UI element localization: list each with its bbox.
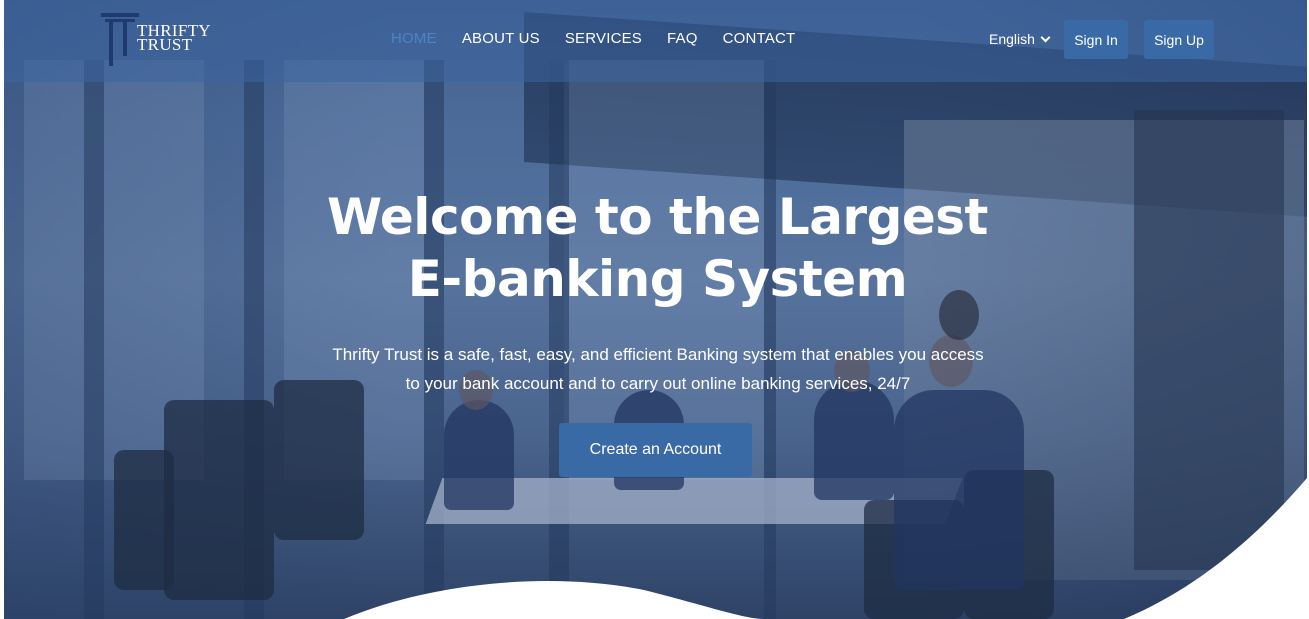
brand-name-line2: TRUST bbox=[137, 35, 193, 54]
language-selector[interactable]: English bbox=[989, 31, 1051, 47]
sign-up-button[interactable]: Sign Up bbox=[1144, 20, 1214, 59]
nav-link-faq[interactable]: FAQ bbox=[667, 30, 698, 47]
nav-links: HOME ABOUT US SERVICES FAQ CONTACT bbox=[391, 30, 795, 47]
navbar: THRIFTY TRUST HOME ABOUT US SERVICES FAQ… bbox=[4, 0, 1307, 82]
nav-link-services[interactable]: SERVICES bbox=[565, 30, 642, 47]
sign-in-button[interactable]: Sign In bbox=[1064, 20, 1128, 59]
hero-title: Welcome to the Largest E-banking System bbox=[327, 188, 988, 308]
hero-subtitle: Thrifty Trust is a safe, fast, easy, and… bbox=[332, 345, 984, 393]
nav-link-about-us[interactable]: ABOUT US bbox=[462, 30, 540, 47]
nav-link-contact[interactable]: CONTACT bbox=[723, 30, 796, 47]
brand-logo[interactable]: THRIFTY TRUST bbox=[99, 12, 211, 68]
hero-section: THRIFTY TRUST HOME ABOUT US SERVICES FAQ… bbox=[4, 0, 1307, 619]
chevron-down-icon bbox=[1040, 32, 1051, 42]
logo-icon bbox=[99, 12, 139, 68]
brand-name: THRIFTY TRUST bbox=[137, 22, 211, 54]
language-label: English bbox=[989, 31, 1035, 47]
nav-link-home[interactable]: HOME bbox=[391, 30, 437, 47]
create-account-button[interactable]: Create an Account bbox=[559, 423, 752, 477]
